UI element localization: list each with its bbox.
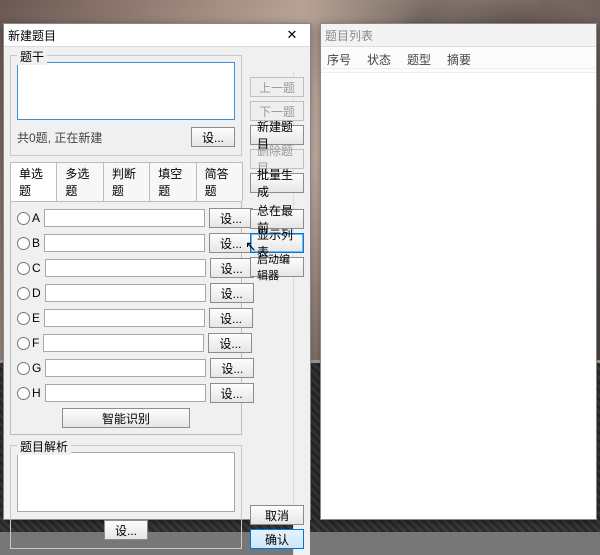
option-row-F: F设...	[17, 333, 235, 353]
analysis-textarea[interactable]	[17, 452, 235, 512]
option-label: F	[32, 336, 39, 350]
option-settings-button-H[interactable]: 设...	[210, 383, 254, 403]
status-text: 共0题, 正在新建	[17, 129, 191, 146]
analysis-legend: 题目解析	[17, 438, 71, 455]
stem-group: 题干 共0题, 正在新建 设...	[10, 55, 242, 156]
cancel-button[interactable]: 取消	[250, 505, 304, 525]
analysis-group: 题目解析 设...	[10, 445, 242, 549]
option-row-A: A设...	[17, 208, 235, 228]
ok-button[interactable]: 确认	[250, 529, 304, 549]
analysis-settings-button[interactable]: 设...	[104, 520, 148, 540]
options-panel: A设... B设... C设... D设... E设... F设... G设... H设...…	[10, 201, 242, 435]
stem-textarea[interactable]	[17, 62, 235, 120]
tab-填空题[interactable]: 填空题	[149, 162, 196, 201]
option-settings-button-A[interactable]: 设...	[209, 208, 253, 228]
option-input-E[interactable]	[44, 309, 205, 327]
dialog-footer-buttons: 取消 确认	[250, 505, 304, 549]
launch-editor-button[interactable]: 启动编辑器	[250, 257, 304, 277]
option-label: E	[32, 311, 40, 325]
option-radio-B[interactable]	[17, 237, 30, 250]
option-settings-button-D[interactable]: 设...	[210, 283, 254, 303]
option-label: G	[32, 361, 41, 375]
option-input-A[interactable]	[44, 209, 205, 227]
tab-单选题[interactable]: 单选题	[10, 162, 57, 201]
option-radio-H[interactable]	[17, 387, 30, 400]
option-radio-C[interactable]	[17, 262, 30, 275]
option-row-H: H设...	[17, 383, 235, 403]
option-label: H	[32, 386, 41, 400]
window-title: 题目列表	[325, 27, 592, 44]
tab-多选题[interactable]: 多选题	[56, 162, 103, 201]
batch-generate-button[interactable]: 批量生成	[250, 173, 304, 193]
option-row-D: D设...	[17, 283, 235, 303]
stem-legend: 题干	[17, 48, 47, 65]
option-settings-button-E[interactable]: 设...	[209, 308, 253, 328]
option-input-G[interactable]	[45, 359, 206, 377]
question-type-tabs: 单选题多选题判断题填空题简答题	[10, 162, 242, 201]
option-input-F[interactable]	[43, 334, 204, 352]
side-button-column: 上一题 下一题 新建题目 删除题目 批量生成 总在最前 显示列表 启动编辑器	[250, 77, 304, 277]
option-settings-button-G[interactable]: 设...	[210, 358, 254, 378]
option-radio-G[interactable]	[17, 362, 30, 375]
col-摘要[interactable]: 摘要	[447, 51, 471, 68]
option-label: A	[32, 211, 40, 225]
tab-简答题[interactable]: 简答题	[196, 162, 243, 201]
option-radio-E[interactable]	[17, 312, 30, 325]
close-icon[interactable]: ✕	[278, 26, 306, 44]
option-input-H[interactable]	[45, 384, 206, 402]
titlebar[interactable]: 题目列表	[321, 24, 596, 47]
show-list-button[interactable]: 显示列表	[250, 233, 304, 253]
new-question-dialog: 新建题目 ✕ 上一题 下一题 新建题目 删除题目 批量生成 总在最前 显示列表 …	[3, 23, 311, 520]
tab-判断题[interactable]: 判断题	[103, 162, 150, 201]
option-radio-F[interactable]	[17, 337, 30, 350]
question-list-panel: 题目列表 序号状态题型摘要	[320, 23, 597, 520]
option-row-G: G设...	[17, 358, 235, 378]
option-settings-button-C[interactable]: 设...	[210, 258, 254, 278]
option-radio-D[interactable]	[17, 287, 30, 300]
option-input-D[interactable]	[45, 284, 206, 302]
prev-question-button[interactable]: 上一题	[250, 77, 304, 97]
list-body[interactable]	[321, 68, 596, 519]
option-label: D	[32, 286, 41, 300]
option-radio-A[interactable]	[17, 212, 30, 225]
option-label: B	[32, 236, 40, 250]
option-row-C: C设...	[17, 258, 235, 278]
option-row-B: B设...	[17, 233, 235, 253]
smart-recognize-button[interactable]: 智能识别	[62, 408, 190, 428]
option-input-C[interactable]	[45, 259, 206, 277]
titlebar[interactable]: 新建题目 ✕	[4, 24, 310, 47]
option-row-E: E设...	[17, 308, 235, 328]
stem-settings-button[interactable]: 设...	[191, 127, 235, 147]
window-title: 新建题目	[8, 27, 278, 44]
col-序号[interactable]: 序号	[327, 51, 351, 68]
col-状态[interactable]: 状态	[367, 51, 391, 68]
option-input-B[interactable]	[44, 234, 205, 252]
col-题型[interactable]: 题型	[407, 51, 431, 68]
option-settings-button-F[interactable]: 设...	[208, 333, 252, 353]
option-settings-button-B[interactable]: 设...	[209, 233, 253, 253]
option-label: C	[32, 261, 41, 275]
